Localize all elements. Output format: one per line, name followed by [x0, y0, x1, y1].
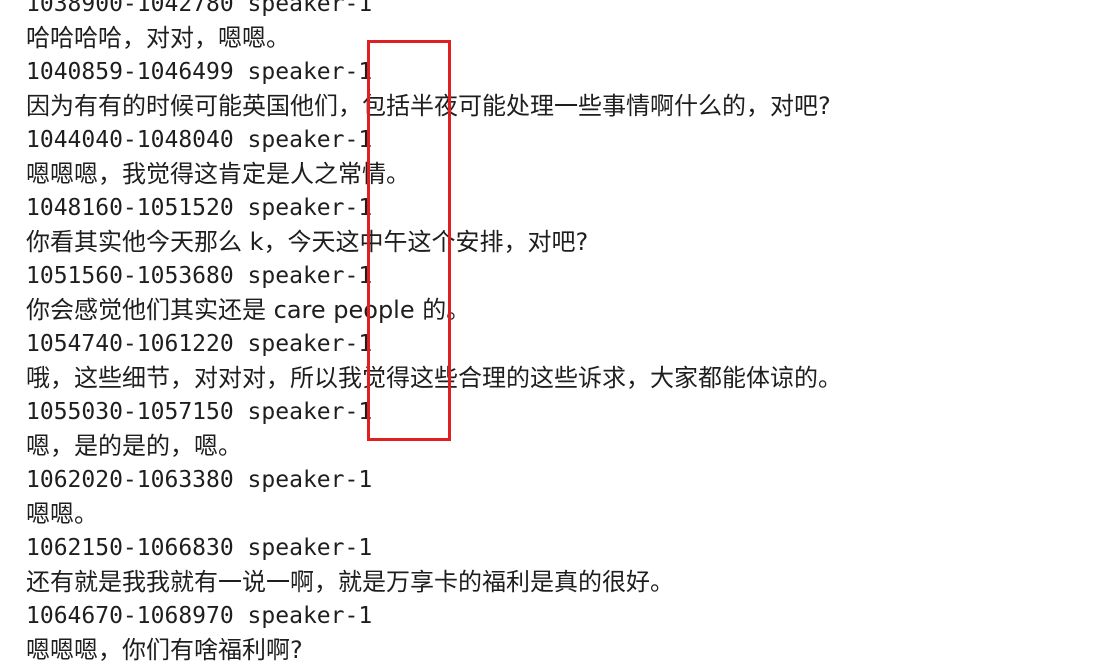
segment-header: 1044040-1048040 speaker-1 [26, 127, 373, 153]
segment-text: 嗯，是的是的，嗯。 [26, 432, 242, 460]
segment-text: 哦，这些细节，对对对，所以我觉得这些合理的这些诉求，大家都能体谅的。 [26, 364, 842, 392]
segment-header: 1055030-1057150 speaker-1 [26, 399, 373, 425]
segment-text: 你看其实他今天那么 k，今天这中午这个安排，对吧? [26, 228, 589, 256]
segment-header: 1054740-1061220 speaker-1 [26, 331, 373, 357]
segment-header: 1038900-1042780 speaker-1 [26, 0, 373, 17]
segment-header: 1064670-1068970 speaker-1 [26, 603, 373, 629]
segment-header: 1062150-1066830 speaker-1 [26, 535, 373, 561]
segment-text: 嗯嗯嗯，我觉得这肯定是人之常情。 [26, 160, 410, 188]
segment-text: 还有就是我我就有一说一啊，就是万享卡的福利是真的很好。 [26, 568, 674, 596]
segment-header: 1051560-1053680 speaker-1 [26, 263, 373, 289]
segment-text: 因为有有的时候可能英国他们，包括半夜可能处理一些事情啊什么的，对吧? [26, 92, 831, 120]
segment-header: 1048160-1051520 speaker-1 [26, 195, 373, 221]
segment-text: 你会感觉他们其实还是 care people 的。 [26, 296, 471, 324]
transcript-output: 1038900-1042780 speaker-1 哈哈哈哈，对对，嗯嗯。 10… [26, 0, 842, 667]
segment-text: 嗯嗯。 [26, 500, 98, 528]
segment-header: 1062020-1063380 speaker-1 [26, 467, 373, 493]
segment-header: 1040859-1046499 speaker-1 [26, 59, 373, 85]
segment-text: 嗯嗯嗯，你们有啥福利啊? [26, 636, 303, 664]
segment-text: 哈哈哈哈，对对，嗯嗯。 [26, 24, 290, 52]
